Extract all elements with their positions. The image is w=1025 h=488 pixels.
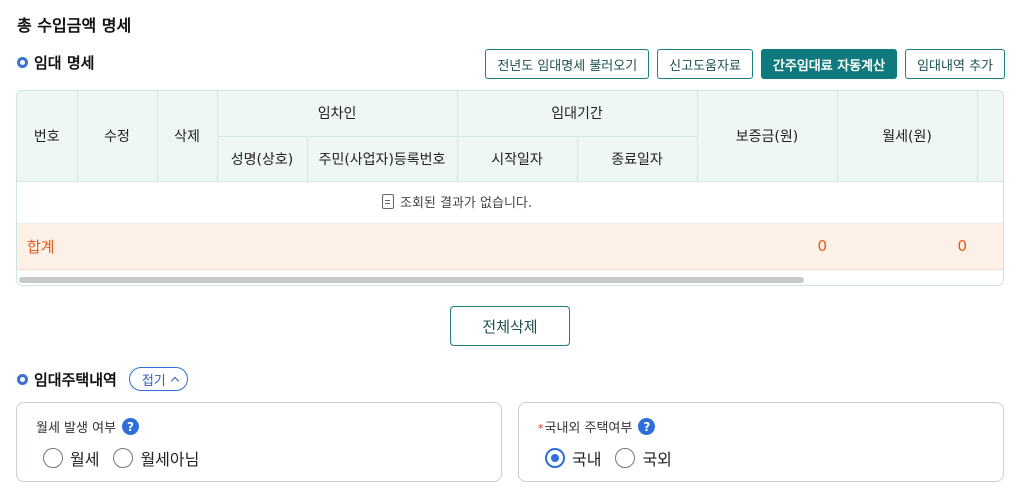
- col-header-deposit: 보증금(원): [697, 91, 838, 182]
- radio-overseas[interactable]: 국외: [615, 446, 672, 470]
- required-mark: *: [538, 422, 544, 435]
- rental-section-header: 임대 명세: [17, 52, 94, 73]
- empty-cell: 조회된 결과가 없습니다.: [17, 181, 698, 224]
- radio-circle[interactable]: [615, 448, 636, 468]
- page-title: 총 수입금액 명세: [17, 16, 132, 35]
- domestic-label: 국내외 주택여부: [544, 421, 633, 436]
- fold-button[interactable]: 접기: [128, 367, 188, 391]
- col-header-lessee: 임차인: [217, 91, 458, 137]
- sum-row: 합계 0 0: [17, 223, 1003, 270]
- rental-section-title: 임대 명세: [34, 54, 95, 72]
- report-help-button[interactable]: 신고도움자료: [657, 49, 753, 79]
- document-icon: [382, 193, 394, 209]
- help-icon[interactable]: ?: [122, 418, 140, 435]
- rental-toolbar: 전년도 임대명세 불러오기 신고도움자료 간주임대료 자동계산 임대내역 추가: [485, 49, 1005, 79]
- col-header-extra: [977, 91, 1003, 182]
- domestic-housing-card: *국내외 주택여부 ? 국내 국외: [518, 402, 1004, 482]
- monthly-rent-radio-group: 월세 월세아님: [43, 446, 199, 470]
- housing-section-header: 임대주택내역 접기: [17, 367, 188, 391]
- help-icon[interactable]: ?: [638, 418, 656, 435]
- delete-all-button[interactable]: 전체삭제: [450, 306, 570, 346]
- radio-label: 국외: [642, 450, 672, 469]
- radio-label: 월세: [70, 450, 100, 469]
- housing-section-title: 임대주택내역: [34, 370, 117, 389]
- sum-deposit: 0: [697, 223, 838, 270]
- rental-grid: 번호 수정 삭제 임차인 임대기간 보증금(원) 월세(원) 성명(상호) 주민…: [16, 90, 1004, 286]
- empty-message: 조회된 결과가 없습니다.: [400, 195, 532, 211]
- col-header-end: 종료일자: [577, 136, 698, 182]
- col-header-lessee-id: 주민(사업자)등록번호: [307, 136, 458, 182]
- radio-domestic[interactable]: 국내: [545, 446, 601, 470]
- sum-label: 합계: [17, 223, 698, 270]
- auto-calc-rent-button[interactable]: 간주임대료 자동계산: [760, 49, 898, 79]
- add-rental-button[interactable]: 임대내역 추가: [905, 49, 1005, 79]
- chevron-up-icon: [170, 376, 179, 385]
- monthly-rent-card: 월세 발생 여부 ? 월세 월세아님: [16, 402, 502, 482]
- section-bullet-icon: [17, 57, 28, 68]
- radio-circle[interactable]: [43, 448, 63, 468]
- col-header-lessee-name: 성명(상호): [217, 136, 308, 182]
- radio-monthly-rent[interactable]: 월세: [43, 446, 99, 470]
- fold-label: 접기: [141, 373, 166, 389]
- radio-circle[interactable]: [113, 448, 134, 468]
- col-header-edit: 수정: [77, 91, 158, 182]
- domestic-label-row: *국내외 주택여부 ?: [538, 417, 656, 436]
- col-header-no: 번호: [17, 91, 78, 182]
- radio-circle-selected[interactable]: [545, 448, 565, 468]
- radio-label: 국내: [572, 450, 602, 469]
- section-bullet-icon: [17, 373, 28, 385]
- horizontal-scrollbar[interactable]: [19, 277, 804, 283]
- col-header-period: 임대기간: [457, 91, 698, 137]
- monthly-rent-label-row: 월세 발생 여부 ?: [36, 417, 140, 436]
- domestic-radio-group: 국내 국외: [545, 446, 672, 470]
- empty-cell-rest: [697, 181, 1003, 224]
- col-header-delete: 삭제: [157, 91, 218, 182]
- load-previous-year-button[interactable]: 전년도 임대명세 불러오기: [485, 49, 650, 79]
- col-header-monthly: 월세(원): [837, 91, 978, 182]
- radio-not-monthly-rent[interactable]: 월세아님: [113, 446, 199, 470]
- radio-label: 월세아님: [140, 450, 200, 469]
- sum-extra: [977, 223, 1003, 270]
- monthly-rent-label: 월세 발생 여부: [36, 421, 117, 436]
- col-header-start: 시작일자: [457, 136, 578, 182]
- sum-monthly: 0: [837, 223, 978, 270]
